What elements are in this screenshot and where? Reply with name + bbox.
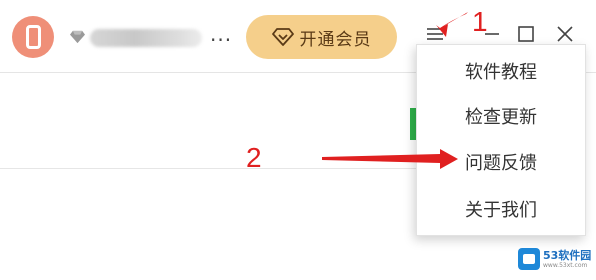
menu-icon[interactable] [425,24,445,44]
content-divider [0,168,416,169]
ellipsis: ... [210,22,233,46]
menu-item-check-update[interactable]: 检查更新 [417,96,585,136]
open-vip-label: 开通会员 [299,29,372,50]
open-vip-button[interactable]: 开通会员 [246,15,397,59]
diamond-icon [70,30,85,44]
username-blurred [90,29,202,47]
settings-dropdown-menu: 软件教程 检查更新 问题反馈 关于我们 [416,44,586,236]
watermark-name: 53软件园 [543,248,592,262]
menu-item-tutorial[interactable]: 软件教程 [417,51,585,91]
close-icon[interactable] [555,24,575,44]
maximize-icon[interactable] [516,24,536,44]
avatar[interactable] [12,16,54,58]
watermark-url: www.53xt.com [543,261,588,269]
site-watermark: 53软件园 www.53xt.com [518,243,594,275]
annotation-number-1: 1 [472,6,488,37]
watermark-logo-icon [518,248,540,270]
annotation-number-2: 2 [246,142,262,173]
menu-item-feedback[interactable]: 问题反馈 [417,142,585,182]
menu-item-about[interactable]: 关于我们 [417,189,585,229]
diamond-outline-icon [271,28,294,46]
phone-icon [25,25,41,49]
